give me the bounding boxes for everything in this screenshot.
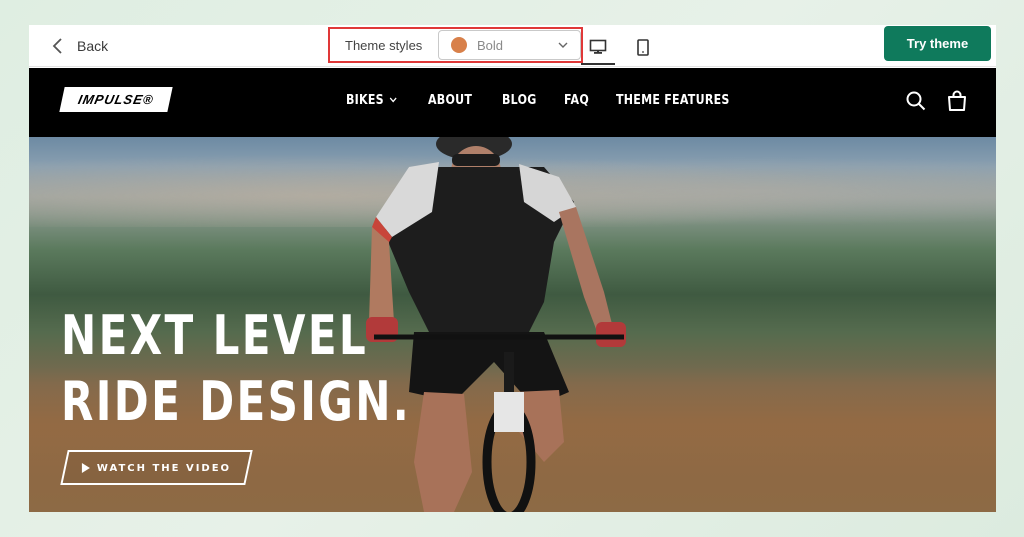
mobile-view-toggle[interactable]	[627, 31, 659, 63]
theme-style-value: Bold	[477, 37, 504, 53]
theme-preview-frame: Back Theme styles Bold Try theme IMPULSE…	[29, 25, 996, 512]
nav-label: ABOUT	[427, 92, 472, 108]
cart-icon[interactable]	[946, 90, 968, 112]
nav-item-about[interactable]: ABOUT	[428, 93, 472, 108]
nav-label: FAQ	[564, 92, 590, 108]
chevron-down-icon	[389, 97, 397, 103]
theme-styles-label: Theme styles	[345, 38, 423, 53]
hero-banner: NEXT LEVEL RIDE DESIGN. WATCH THE VIDEO	[29, 137, 996, 512]
hero-title-line1: NEXT LEVEL	[61, 304, 369, 367]
desktop-view-toggle[interactable]	[581, 31, 615, 65]
style-color-swatch	[451, 37, 467, 53]
nav-item-theme-features[interactable]: THEME FEATURES	[616, 93, 730, 108]
nav-item-faq[interactable]: FAQ	[564, 93, 589, 108]
nav-item-bikes[interactable]: BIKES	[346, 93, 397, 108]
back-button[interactable]: Back	[51, 33, 108, 59]
chevron-down-icon	[558, 42, 568, 48]
store-logo[interactable]: IMPULSE®	[59, 87, 173, 112]
watch-video-label: WATCH THE VIDEO	[97, 462, 232, 473]
nav-label: BLOG	[501, 92, 537, 108]
nav-item-blog[interactable]: BLOG	[502, 93, 537, 108]
editor-toolbar: Back Theme styles Bold Try theme	[29, 25, 996, 67]
mobile-icon	[637, 38, 649, 56]
logo-text: IMPULSE®	[76, 92, 156, 107]
nav-label: BIKES	[346, 92, 384, 108]
search-icon[interactable]	[905, 90, 927, 112]
try-theme-button[interactable]: Try theme	[884, 26, 991, 61]
desktop-icon	[589, 39, 607, 54]
nav-label: THEME FEATURES	[615, 92, 730, 108]
theme-styles-highlight: Theme styles Bold	[328, 27, 583, 63]
back-label: Back	[77, 38, 109, 54]
play-icon	[82, 462, 91, 473]
watch-video-button[interactable]: WATCH THE VIDEO	[60, 450, 253, 485]
theme-style-select[interactable]: Bold	[438, 30, 581, 60]
store-header: IMPULSE® BIKES ABOUT BLOG FAQ THEME FEAT…	[29, 68, 996, 137]
hero-title-line2: RIDE DESIGN.	[61, 370, 412, 433]
main-nav: BIKES ABOUT BLOG FAQ THEME FEATURES	[346, 89, 771, 111]
chevron-left-icon	[52, 38, 62, 54]
hero-title: NEXT LEVEL RIDE DESIGN.	[61, 303, 411, 435]
